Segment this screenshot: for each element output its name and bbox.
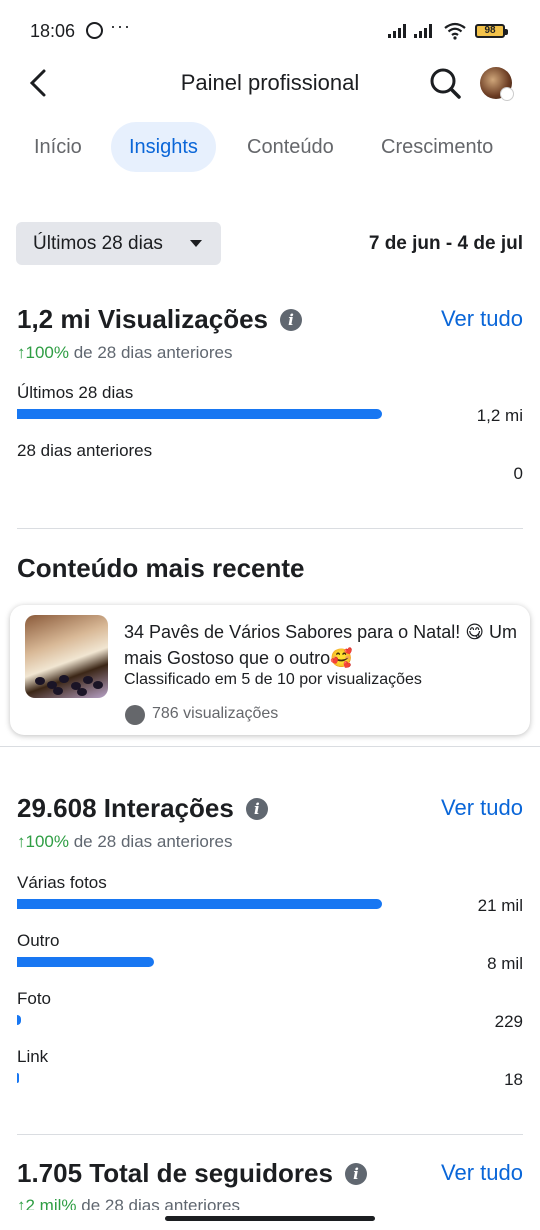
interaction-row-value: 8 mil <box>487 954 523 973</box>
date-range-dropdown[interactable]: Últimos 28 dias <box>16 222 221 265</box>
interaction-bar <box>17 1073 19 1083</box>
views-heading: 1,2 mi Visualizações i <box>17 304 302 335</box>
home-indicator[interactable] <box>165 1216 375 1221</box>
interactions-heading: 29.608 Interações i <box>17 793 268 824</box>
views-delta: ↑100% de 28 dias anteriores <box>17 343 233 362</box>
views-row-label: 28 dias anteriores <box>17 441 153 460</box>
followers-delta: ↑2 mil% de 28 dias anteriores <box>17 1196 241 1210</box>
divider <box>0 746 540 747</box>
battery-icon: 98 <box>475 24 508 38</box>
post-views: 786 visualizações <box>152 705 279 722</box>
interaction-row-label: Foto <box>17 989 52 1008</box>
wifi-icon <box>444 22 466 40</box>
views-row-label: Últimos 28 dias <box>17 383 134 402</box>
interaction-row-label: Outro <box>17 931 60 950</box>
interaction-row-label: Link <box>17 1047 49 1066</box>
status-bar: 18:06 ··· 98 <box>0 0 540 60</box>
search-icon[interactable] <box>428 66 462 100</box>
profile-avatar[interactable] <box>480 67 514 101</box>
tab-inicio[interactable]: Início <box>34 122 82 172</box>
interactions-see-all-link[interactable]: Ver tudo <box>441 795 523 821</box>
post-title: 34 Pavês de Vários Sabores para o Natal!… <box>124 622 517 668</box>
interaction-bar <box>17 899 382 909</box>
interaction-bar <box>17 957 154 967</box>
date-range-label: Últimos 28 dias <box>33 233 163 254</box>
views-see-all-link[interactable]: Ver tudo <box>441 306 523 332</box>
info-icon[interactable]: i <box>245 798 268 820</box>
tab-conteudo[interactable]: Conteúdo <box>247 122 334 172</box>
divider <box>17 1134 523 1135</box>
followers-see-all-link[interactable]: Ver tudo <box>441 1160 523 1186</box>
tab-insights[interactable]: Insights <box>111 122 216 172</box>
tab-bar: Início Insights Conteúdo Crescimento <box>0 122 540 174</box>
post-rank: Classificado em 5 de 10 por visualizaçõe… <box>124 671 422 688</box>
interaction-row-value: 21 mil <box>477 896 523 915</box>
divider <box>17 528 523 529</box>
tab-crescimento[interactable]: Crescimento <box>381 122 493 172</box>
whatsapp-notification-icon <box>86 22 103 39</box>
signal-icon <box>388 24 406 38</box>
app-header: Painel profissional <box>0 60 540 110</box>
interaction-row-value: 229 <box>494 1012 523 1031</box>
interaction-row-label: Várias fotos <box>17 873 107 892</box>
recent-content-heading: Conteúdo mais recente <box>17 553 305 583</box>
views-row-value: 0 <box>513 464 523 483</box>
views-dot-icon <box>125 705 145 725</box>
interactions-delta: ↑100% de 28 dias anteriores <box>17 832 233 851</box>
views-row-value: 1,2 mi <box>476 406 523 425</box>
info-icon[interactable]: i <box>344 1163 367 1185</box>
info-icon[interactable]: i <box>280 309 302 331</box>
interaction-bar <box>17 1015 21 1025</box>
recent-content-card[interactable]: 34 Pavês de Vários Sabores para o Natal!… <box>10 605 530 735</box>
caret-down-icon <box>190 240 202 247</box>
date-range-text: 7 de jun - 4 de jul <box>368 233 523 254</box>
views-bar <box>17 409 382 419</box>
more-notifications-icon: ··· <box>110 16 131 36</box>
post-thumbnail <box>25 615 108 698</box>
status-time: 18:06 <box>30 21 76 41</box>
signal-icon-2 <box>414 24 432 38</box>
interaction-row-value: 18 <box>504 1070 523 1089</box>
followers-heading: 1.705 Total de seguidores i <box>17 1158 367 1189</box>
